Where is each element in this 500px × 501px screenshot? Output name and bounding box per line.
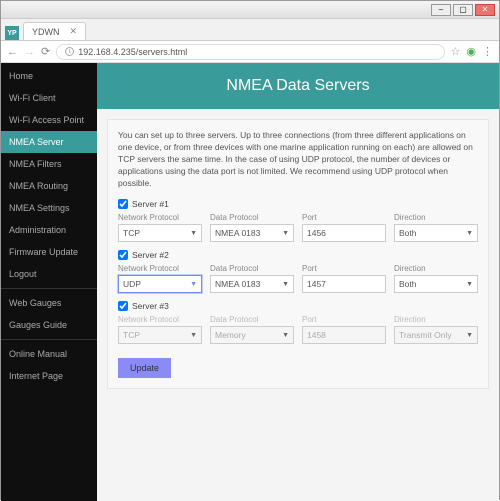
label-network-protocol: Network Protocol: [118, 315, 202, 324]
label-network-protocol: Network Protocol: [118, 213, 202, 222]
address-bar: ← → ⟳ i 192.168.4.235/servers.html ☆ ◉ ⋮: [1, 41, 499, 63]
chevron-down-icon: ▼: [282, 281, 289, 288]
url-text: 192.168.4.235/servers.html: [78, 47, 187, 57]
server-2-port-input[interactable]: 1457: [302, 275, 386, 293]
chevron-down-icon: ▼: [190, 230, 197, 237]
server-3-data-protocol-select: Memory▼: [210, 326, 294, 344]
label-data-protocol: Data Protocol: [210, 315, 294, 324]
chevron-down-icon: ▼: [190, 281, 197, 288]
server-1-data-protocol-select[interactable]: NMEA 0183▼: [210, 224, 294, 242]
chevron-down-icon: ▼: [282, 332, 289, 339]
extension-icon[interactable]: ◉: [466, 45, 476, 58]
sidebar-item-online-manual[interactable]: Online Manual: [1, 343, 97, 365]
label-network-protocol: Network Protocol: [118, 264, 202, 273]
close-button[interactable]: ✕: [475, 4, 495, 16]
sidebar-item-logout[interactable]: Logout: [1, 263, 97, 285]
sidebar-divider: [1, 339, 97, 340]
back-icon[interactable]: ←: [7, 46, 18, 58]
menu-icon[interactable]: ⋮: [482, 45, 493, 58]
sidebar-item-web-gauges[interactable]: Web Gauges: [1, 292, 97, 314]
server-3-direction-select: Transmit Only▼: [394, 326, 478, 344]
config-panel: You can set up to three servers. Up to t…: [107, 119, 489, 389]
server-1-checkbox[interactable]: [118, 199, 128, 209]
server-2: Server #2 Network Protocol UDP▼ Data Pro…: [118, 250, 478, 293]
sidebar-item-firmware[interactable]: Firmware Update: [1, 241, 97, 263]
server-1: Server #1 Network Protocol TCP▼ Data Pro…: [118, 199, 478, 242]
maximize-button[interactable]: ▢: [453, 4, 473, 16]
server-1-title: Server #1: [132, 199, 169, 209]
sidebar-item-wifi-ap[interactable]: Wi-Fi Access Point: [1, 109, 97, 131]
browser-tab[interactable]: YDWN ✕: [23, 22, 86, 40]
sidebar-item-nmea-settings[interactable]: NMEA Settings: [1, 197, 97, 219]
sidebar-item-internet-page[interactable]: Internet Page: [1, 365, 97, 387]
tab-title: YDWN: [32, 27, 60, 37]
server-3-checkbox[interactable]: [118, 301, 128, 311]
intro-text: You can set up to three servers. Up to t…: [118, 130, 478, 189]
chevron-down-icon: ▼: [466, 281, 473, 288]
window-titlebar: – ▢ ✕: [1, 1, 499, 19]
bookmark-icon[interactable]: ☆: [451, 45, 461, 58]
tab-bar: YP YDWN ✕: [1, 19, 499, 41]
server-3-title: Server #3: [132, 301, 169, 311]
server-2-direction-select[interactable]: Both▼: [394, 275, 478, 293]
sidebar-item-wifi-client[interactable]: Wi-Fi Client: [1, 87, 97, 109]
sidebar: Home Wi-Fi Client Wi-Fi Access Point NME…: [1, 63, 97, 501]
sidebar-item-nmea-filters[interactable]: NMEA Filters: [1, 153, 97, 175]
server-3: Server #3 Network Protocol TCP▼ Data Pro…: [118, 301, 478, 344]
sidebar-item-gauges-guide[interactable]: Gauges Guide: [1, 314, 97, 336]
label-direction: Direction: [394, 264, 478, 273]
sidebar-divider: [1, 288, 97, 289]
label-port: Port: [302, 264, 386, 273]
page-title: NMEA Data Servers: [97, 63, 499, 109]
url-input[interactable]: i 192.168.4.235/servers.html: [56, 44, 444, 60]
chevron-down-icon: ▼: [282, 230, 289, 237]
label-port: Port: [302, 213, 386, 222]
server-3-network-protocol-select: TCP▼: [118, 326, 202, 344]
server-1-port-input[interactable]: 1456: [302, 224, 386, 242]
label-data-protocol: Data Protocol: [210, 213, 294, 222]
label-port: Port: [302, 315, 386, 324]
label-data-protocol: Data Protocol: [210, 264, 294, 273]
reload-icon[interactable]: ⟳: [41, 45, 50, 58]
chevron-down-icon: ▼: [466, 332, 473, 339]
server-2-title: Server #2: [132, 250, 169, 260]
server-2-data-protocol-select[interactable]: NMEA 0183▼: [210, 275, 294, 293]
forward-icon[interactable]: →: [24, 46, 35, 58]
server-1-network-protocol-select[interactable]: TCP▼: [118, 224, 202, 242]
favicon: YP: [5, 26, 19, 40]
server-2-network-protocol-select[interactable]: UDP▼: [118, 275, 202, 293]
sidebar-item-nmea-server[interactable]: NMEA Server: [1, 131, 97, 153]
sidebar-item-home[interactable]: Home: [1, 65, 97, 87]
update-button[interactable]: Update: [118, 358, 171, 378]
server-1-direction-select[interactable]: Both▼: [394, 224, 478, 242]
tab-close-icon[interactable]: ✕: [70, 26, 78, 37]
label-direction: Direction: [394, 315, 478, 324]
sidebar-item-nmea-routing[interactable]: NMEA Routing: [1, 175, 97, 197]
server-2-checkbox[interactable]: [118, 250, 128, 260]
info-icon[interactable]: i: [65, 47, 74, 56]
label-direction: Direction: [394, 213, 478, 222]
sidebar-item-administration[interactable]: Administration: [1, 219, 97, 241]
chevron-down-icon: ▼: [190, 332, 197, 339]
minimize-button[interactable]: –: [431, 4, 451, 16]
chevron-down-icon: ▼: [466, 230, 473, 237]
server-3-port-input: 1458: [302, 326, 386, 344]
main-content: NMEA Data Servers You can set up to thre…: [97, 63, 499, 501]
